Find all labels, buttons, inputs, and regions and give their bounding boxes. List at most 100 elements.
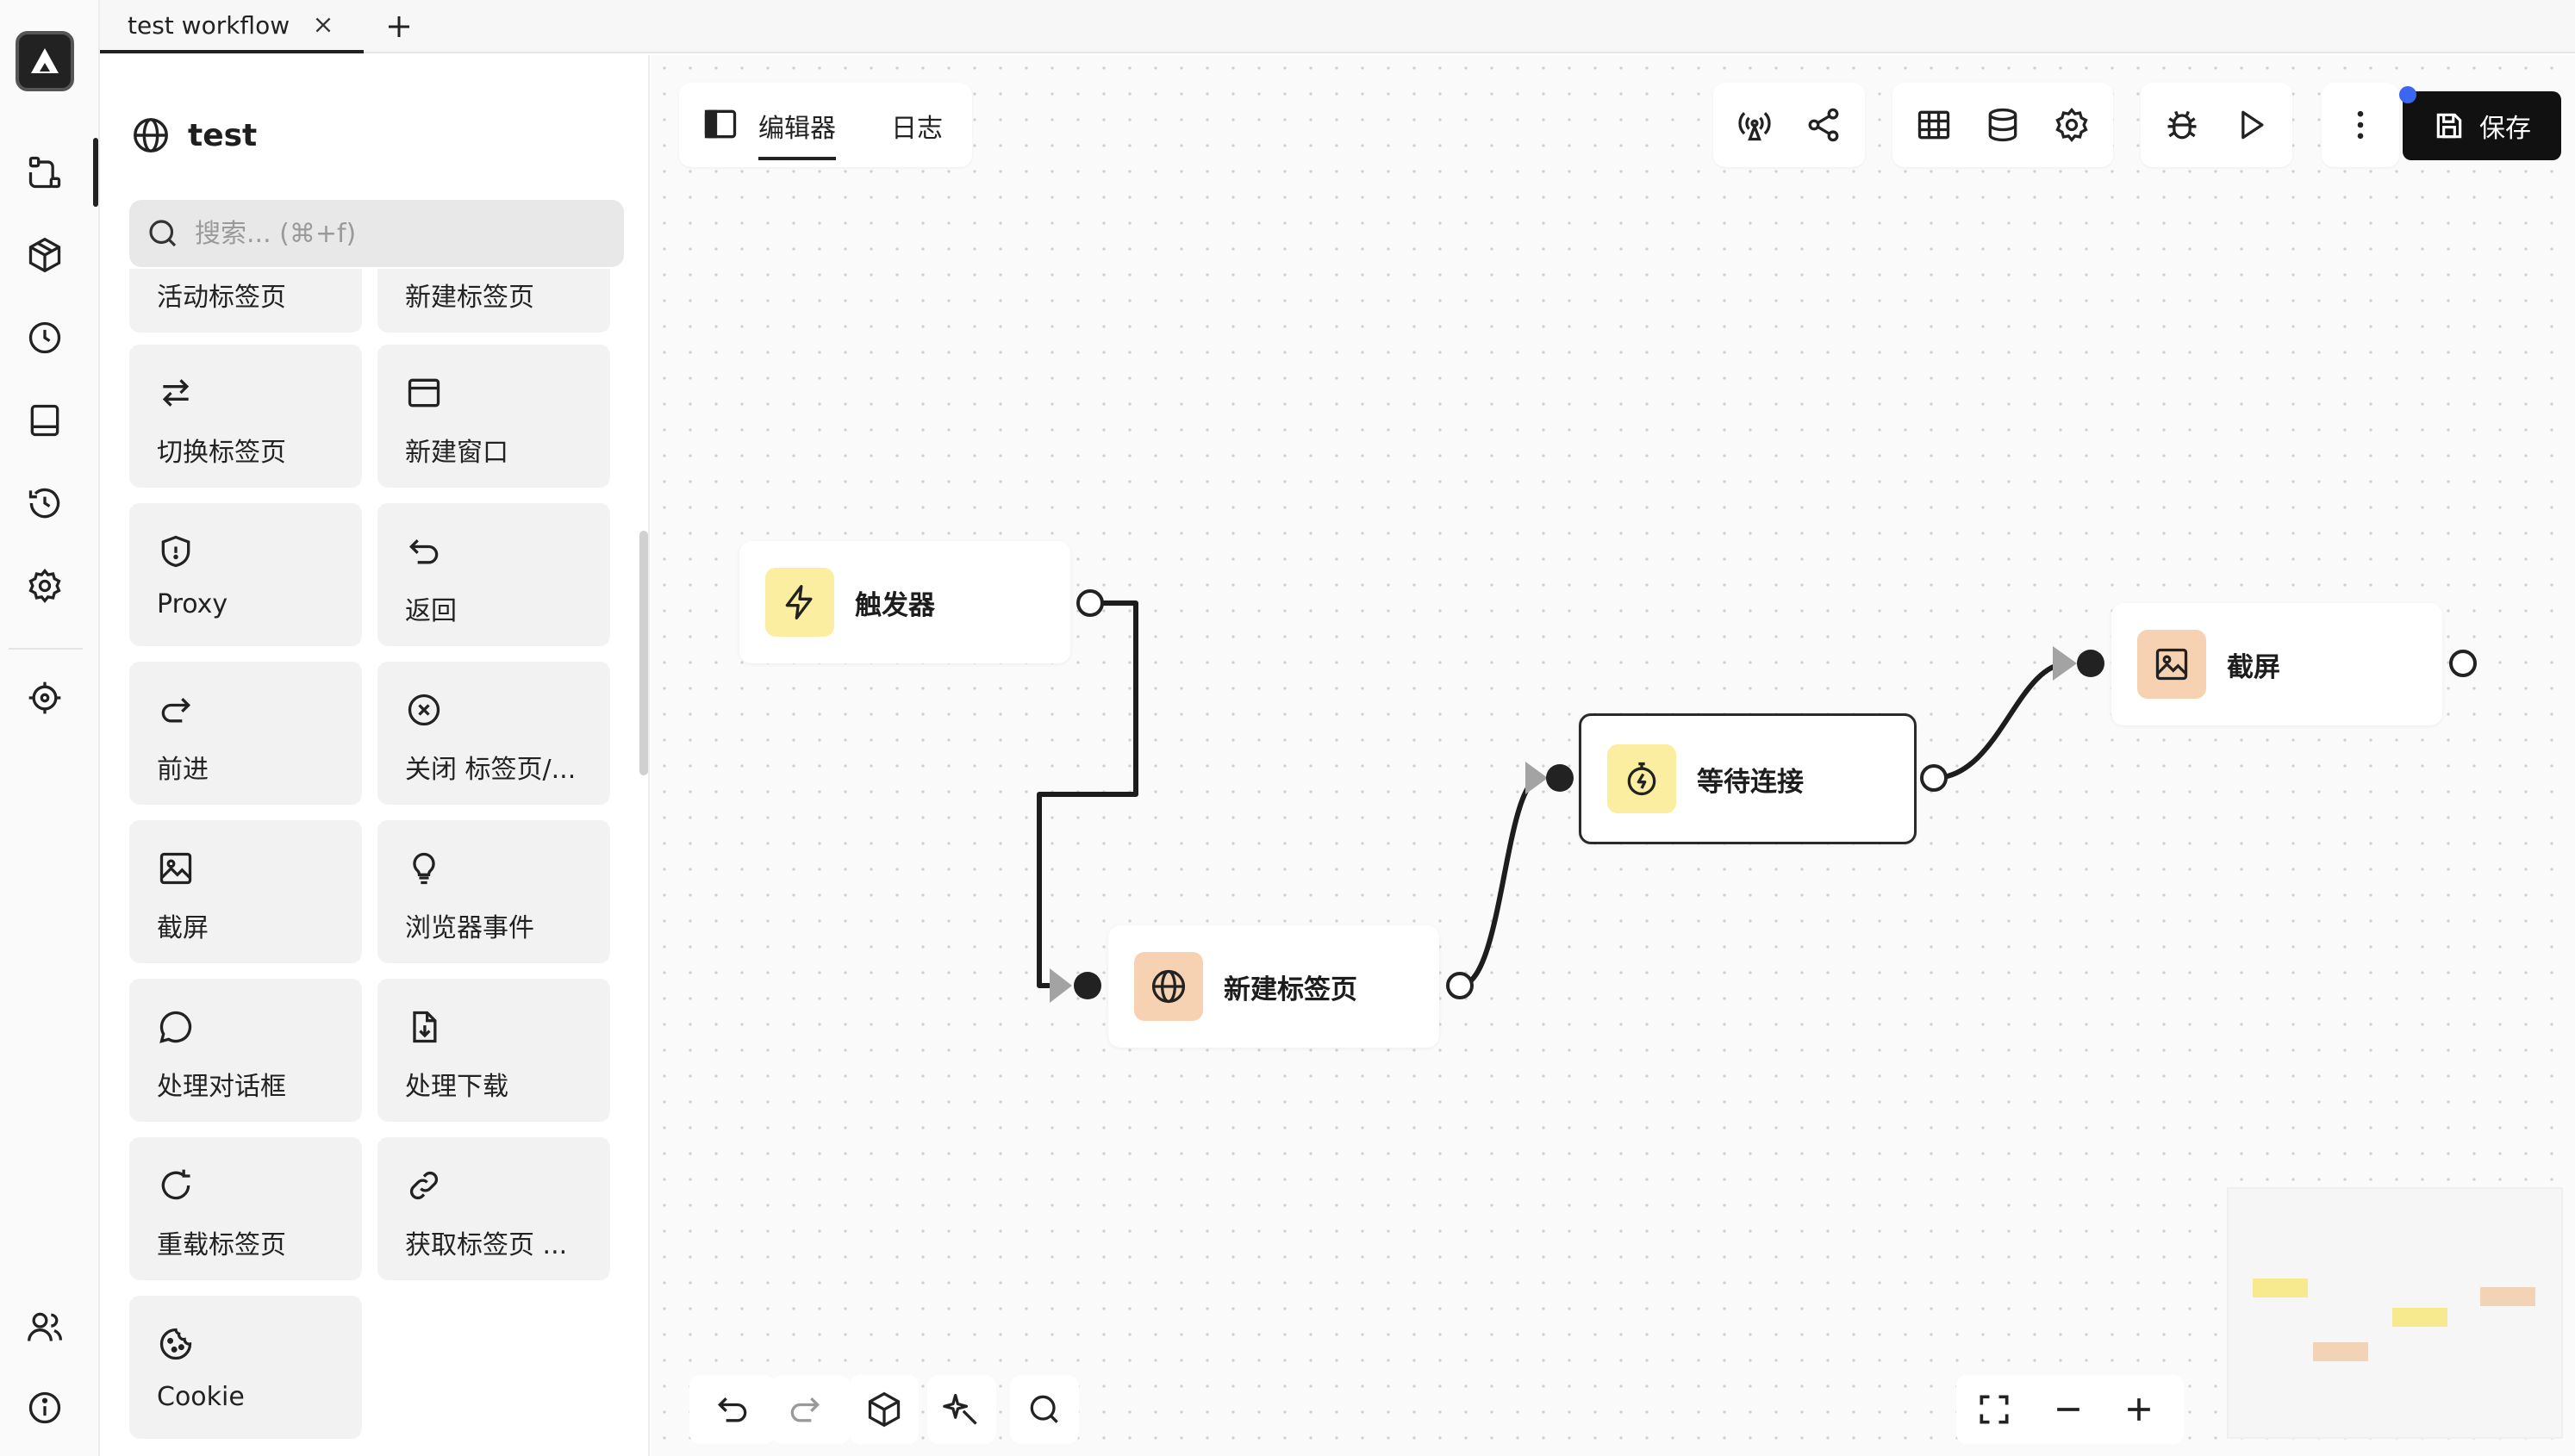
card-label: 新建标签页	[405, 283, 534, 313]
tab-logs[interactable]: 日志	[891, 107, 943, 145]
zoom-out-button[interactable]	[2042, 1384, 2094, 1435]
node-icon-box	[765, 568, 834, 637]
fit-view-button[interactable]	[1968, 1384, 2020, 1435]
new-tab-output-handle[interactable]	[1446, 972, 1474, 999]
app-logo[interactable]	[16, 31, 74, 91]
node-card-active-tab[interactable]: 活动标签页	[129, 269, 362, 333]
zoom-in-button[interactable]	[2113, 1384, 2165, 1435]
more-toolbar	[2322, 83, 2399, 167]
package-button[interactable]	[858, 1384, 910, 1435]
share-button[interactable]	[1798, 99, 1849, 151]
node-label: 触发器	[855, 589, 935, 621]
trigger-output-handle[interactable]	[1076, 589, 1104, 617]
node-card-switch-tab[interactable]: 切换标签页	[129, 345, 362, 488]
node-card-forward[interactable]: 前进	[129, 662, 362, 805]
node-card-reload-tab[interactable]: 重载标签页	[129, 1137, 362, 1280]
rail-divider	[9, 648, 83, 650]
screenshot-input-handle[interactable]	[2077, 650, 2104, 677]
rail-panel[interactable]	[19, 395, 71, 446]
node-card-handle-download[interactable]: 处理下载	[377, 979, 610, 1122]
rail-target[interactable]	[19, 672, 71, 724]
gear-icon	[28, 568, 61, 604]
card-label: 截屏	[157, 913, 209, 943]
auto-layout-button[interactable]	[936, 1384, 988, 1435]
search-icon	[149, 220, 177, 247]
search-input[interactable]	[195, 218, 574, 249]
new-tab-button[interactable]	[379, 7, 419, 47]
more-button[interactable]	[2335, 99, 2386, 151]
image-icon	[2155, 648, 2188, 681]
node-card-new-tab[interactable]: 新建标签页	[377, 269, 610, 333]
reload-icon	[161, 1169, 190, 1200]
workflow-settings-button[interactable]	[2046, 99, 2098, 151]
tab-test-workflow[interactable]: test workflow	[100, 0, 364, 53]
rail-workflow[interactable]	[19, 146, 71, 198]
rail-settings[interactable]	[19, 560, 71, 612]
card-label: 处理下载	[405, 1072, 508, 1102]
toggle-sidebar-button[interactable]	[695, 98, 746, 150]
rail-schedule[interactable]	[19, 312, 71, 364]
node-icon-box	[1607, 744, 1676, 813]
new-tab-input-handle[interactable]	[1074, 972, 1101, 999]
cube-icon	[28, 237, 61, 273]
node-card-screenshot[interactable]: 截屏	[129, 820, 362, 963]
screenshot-output-handle[interactable]	[2449, 650, 2477, 677]
node-screenshot[interactable]: 截屏	[2111, 603, 2442, 725]
cube-icon	[868, 1391, 901, 1428]
redo-icon	[790, 1397, 820, 1422]
minimap-node	[2253, 1279, 2308, 1297]
node-wait-connection[interactable]: 等待连接	[1579, 713, 1917, 844]
node-card-cookie[interactable]: Cookie	[129, 1296, 362, 1439]
node-card-close-tab[interactable]: 关闭 标签页/...	[377, 662, 610, 805]
database-icon	[1988, 108, 2017, 142]
node-new-tab[interactable]: 新建标签页	[1108, 925, 1439, 1048]
run-button[interactable]	[2225, 99, 2277, 151]
wait-output-handle[interactable]	[1920, 764, 1948, 792]
card-label: Proxy	[157, 589, 228, 619]
rail-users[interactable]	[19, 1301, 71, 1353]
node-card-browser-event[interactable]: 浏览器事件	[377, 820, 610, 963]
node-label: 截屏	[2227, 651, 2280, 683]
search-box[interactable]	[129, 200, 624, 267]
plus-icon	[2128, 1398, 2150, 1421]
table-icon	[1917, 110, 1950, 140]
node-card-handle-dialog[interactable]: 处理对话框	[129, 979, 362, 1122]
node-card-proxy[interactable]: Proxy	[129, 503, 362, 646]
node-card-get-tab[interactable]: 获取标签页 ...	[377, 1137, 610, 1280]
node-trigger[interactable]: 触发器	[739, 541, 1070, 663]
node-library-panel: test 活动标签页 新建标签页 切换标签页 新建窗口 Proxy 返回	[100, 55, 650, 1456]
rail-info[interactable]	[19, 1382, 71, 1434]
database-button[interactable]	[1977, 99, 2029, 151]
tab-editor[interactable]: 编辑器	[758, 107, 836, 160]
lightning-icon	[785, 585, 813, 619]
table-button[interactable]	[1908, 99, 1960, 151]
close-icon[interactable]	[312, 14, 334, 36]
panel-scrollbar[interactable]	[639, 531, 648, 775]
undo-icon	[408, 538, 439, 564]
rail-history[interactable]	[19, 477, 71, 529]
minimap[interactable]	[2227, 1187, 2563, 1439]
remote-button[interactable]	[1729, 99, 1780, 151]
card-label: 关闭 标签页/...	[405, 755, 577, 785]
node-card-new-window[interactable]: 新建窗口	[377, 345, 610, 488]
canvas-search-button[interactable]	[1019, 1384, 1070, 1435]
node-label: 等待连接	[1697, 766, 1804, 798]
image-icon	[159, 852, 192, 885]
debug-button[interactable]	[2156, 99, 2208, 151]
redo-button[interactable]	[779, 1384, 831, 1435]
card-label: 切换标签页	[157, 438, 286, 468]
wait-input-handle[interactable]	[1546, 764, 1574, 792]
clock-icon	[28, 321, 61, 354]
sidebar-toggle-icon	[704, 109, 737, 139]
file-download-icon	[413, 1011, 437, 1043]
share-icon	[1808, 108, 1839, 142]
save-button[interactable]: 保存	[2403, 91, 2561, 160]
zoom-controls	[1956, 1375, 2184, 1444]
undo-button[interactable]	[707, 1384, 758, 1435]
link-icon	[409, 1171, 439, 1200]
tab-label: test workflow	[128, 10, 290, 40]
broadcast-icon	[1738, 112, 1771, 141]
node-card-back[interactable]: 返回	[377, 503, 610, 646]
globe-icon	[134, 118, 168, 152]
rail-packages[interactable]	[19, 229, 71, 281]
